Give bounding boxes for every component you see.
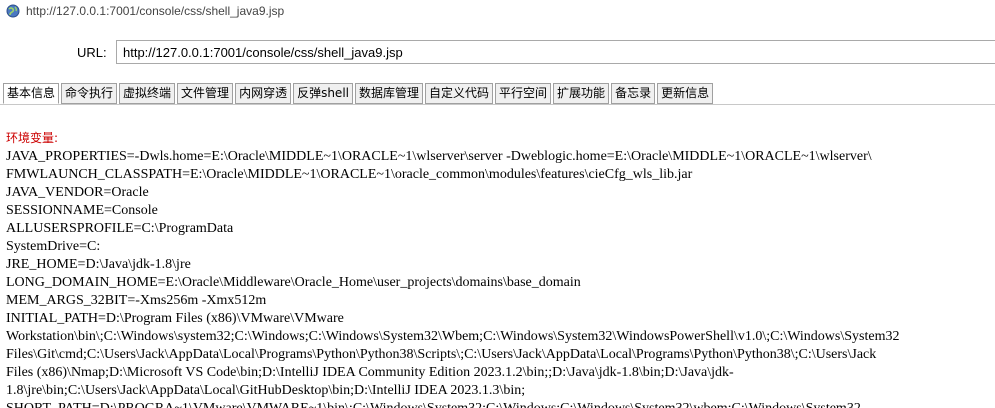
- tab-bar: 基本信息 命令执行 虚拟终端 文件管理 内网穿透 反弹shell 数据库管理 自定义代码 平行空…: [3, 83, 715, 105]
- tab-2[interactable]: 虚拟终端: [119, 83, 176, 104]
- tab-5[interactable]: 反弹shell: [293, 83, 353, 104]
- env-var-line: JAVA_VENDOR=Oracle: [6, 185, 149, 200]
- env-vars-list: JAVA_PROPERTIES=-Dwls.home=E:\Oracle\MID…: [6, 148, 995, 408]
- env-var-line: MEM_ARGS_32BIT=-Xms256m -Xmx512m: [6, 293, 267, 308]
- tab-10[interactable]: 备忘录: [611, 83, 656, 104]
- env-var-line: SystemDrive=C:: [6, 239, 101, 254]
- tab-11[interactable]: 更新信息: [657, 83, 714, 104]
- tab-1[interactable]: 命令执行: [61, 83, 118, 104]
- url-input[interactable]: [116, 40, 995, 64]
- globe-icon: [6, 4, 20, 18]
- env-var-line: INITIAL_PATH=D:\Program Files (x86)\VMwa…: [6, 311, 344, 326]
- tab-9[interactable]: 扩展功能: [553, 83, 610, 104]
- window-title: http://127.0.0.1:7001/console/css/shell_…: [26, 4, 285, 18]
- url-bar: URL:: [0, 38, 995, 68]
- window-titlebar: http://127.0.0.1:7001/console/css/shell_…: [0, 0, 995, 26]
- env-var-line: ALLUSERSPROFILE=C:\ProgramData: [6, 221, 234, 236]
- output-panel: 环境变量: JAVA_PROPERTIES=-Dwls.home=E:\Orac…: [6, 128, 995, 408]
- tab-6[interactable]: 数据库管理: [355, 83, 424, 104]
- tab-8[interactable]: 平行空间: [495, 83, 552, 104]
- tab-divider: [0, 104, 995, 105]
- env-var-line: Workstation\bin\;C:\Windows\system32;C:\…: [6, 329, 900, 344]
- env-var-line: LONG_DOMAIN_HOME=E:\Oracle\Middleware\Or…: [6, 275, 581, 290]
- tab-7[interactable]: 自定义代码: [425, 83, 494, 104]
- env-var-line: JRE_HOME=D:\Java\jdk-1.8\jre: [6, 257, 191, 272]
- tab-3[interactable]: 文件管理: [177, 83, 234, 104]
- env-var-line: SESSIONNAME=Console: [6, 203, 158, 218]
- env-var-line: JAVA_PROPERTIES=-Dwls.home=E:\Oracle\MID…: [6, 149, 872, 164]
- url-label: URL:: [77, 45, 107, 60]
- env-var-line: Files (x86)\Nmap;D:\Microsoft VS Code\bi…: [6, 365, 734, 380]
- tab-0[interactable]: 基本信息: [3, 83, 60, 104]
- env-var-line: SHORT_PATH=D:\PROGRA~1\VMware\VMWARE~1\b…: [6, 400, 995, 408]
- env-var-line: Files\Git\cmd;C:\Users\Jack\AppData\Loca…: [6, 347, 877, 362]
- env-var-line: 1.8\jre\bin;C:\Users\Jack\AppData\Local\…: [6, 383, 526, 398]
- tab-4[interactable]: 内网穿透: [235, 83, 292, 104]
- env-vars-heading: 环境变量:: [6, 131, 59, 145]
- env-var-line: FMWLAUNCH_CLASSPATH=E:\Oracle\MIDDLE~1\O…: [6, 167, 693, 182]
